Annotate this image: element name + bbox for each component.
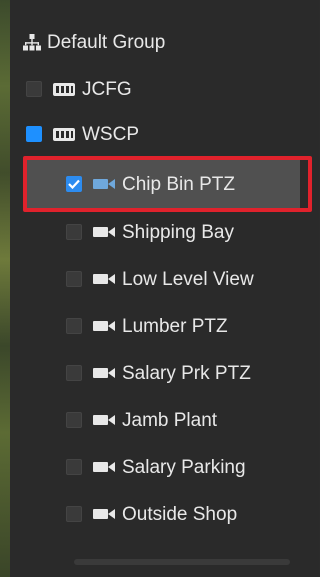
camera-item-lumber-ptz[interactable]: Lumber PTZ [10, 304, 320, 348]
group-label-wscp: WSCP [82, 123, 139, 145]
camera-label: Shipping Bay [122, 221, 234, 243]
salary-parking-checkbox[interactable] [66, 459, 82, 475]
tree-group-wscp[interactable]: WSCP [10, 112, 320, 156]
outside-shop-checkbox[interactable] [66, 506, 82, 522]
wscp-checkbox[interactable] [26, 126, 42, 142]
camera-item-jamb-plant[interactable]: Jamb Plant [10, 398, 320, 442]
camera-icon [92, 225, 116, 239]
camera-label: Salary Parking [122, 456, 246, 478]
camera-label: Low Level View [122, 268, 254, 290]
group-label-jcfg: JCFG [82, 78, 132, 100]
nvr-device-icon [52, 80, 76, 98]
tree-group-jcfg[interactable]: JCFG [10, 67, 320, 111]
camera-label: Outside Shop [122, 503, 238, 525]
selection-annotation-box [23, 156, 312, 212]
lumber-ptz-checkbox[interactable] [66, 318, 82, 334]
camera-icon [92, 272, 116, 286]
salary-prk-ptz-checkbox[interactable] [66, 365, 82, 381]
camera-icon [92, 460, 116, 474]
tree-root-default-group[interactable]: Default Group [10, 20, 320, 64]
horizontal-scrollbar[interactable] [74, 559, 290, 565]
camera-icon [92, 413, 116, 427]
nvr-device-icon [52, 125, 76, 143]
camera-item-salary-parking[interactable]: Salary Parking [10, 445, 320, 489]
hierarchy-icon [23, 33, 41, 51]
device-tree-panel: Default Group JCFG WSCP Chip Bin PTZ Shi… [10, 0, 319, 577]
camera-icon [92, 507, 116, 521]
camera-label: Salary Prk PTZ [122, 362, 251, 384]
low-level-view-checkbox[interactable] [66, 271, 82, 287]
camera-item-salary-prk-ptz[interactable]: Salary Prk PTZ [10, 351, 320, 395]
camera-item-low-level-view[interactable]: Low Level View [10, 257, 320, 301]
background-edge-strip [0, 0, 10, 577]
camera-item-shipping-bay[interactable]: Shipping Bay [10, 210, 320, 254]
jamb-plant-checkbox[interactable] [66, 412, 82, 428]
camera-item-outside-shop[interactable]: Outside Shop [10, 492, 320, 536]
jcfg-checkbox[interactable] [26, 81, 42, 97]
camera-icon [92, 366, 116, 380]
shipping-bay-checkbox[interactable] [66, 224, 82, 240]
tree-root-label: Default Group [47, 31, 166, 53]
camera-label: Jamb Plant [122, 409, 218, 431]
camera-icon [92, 319, 116, 333]
camera-label: Lumber PTZ [122, 315, 228, 337]
